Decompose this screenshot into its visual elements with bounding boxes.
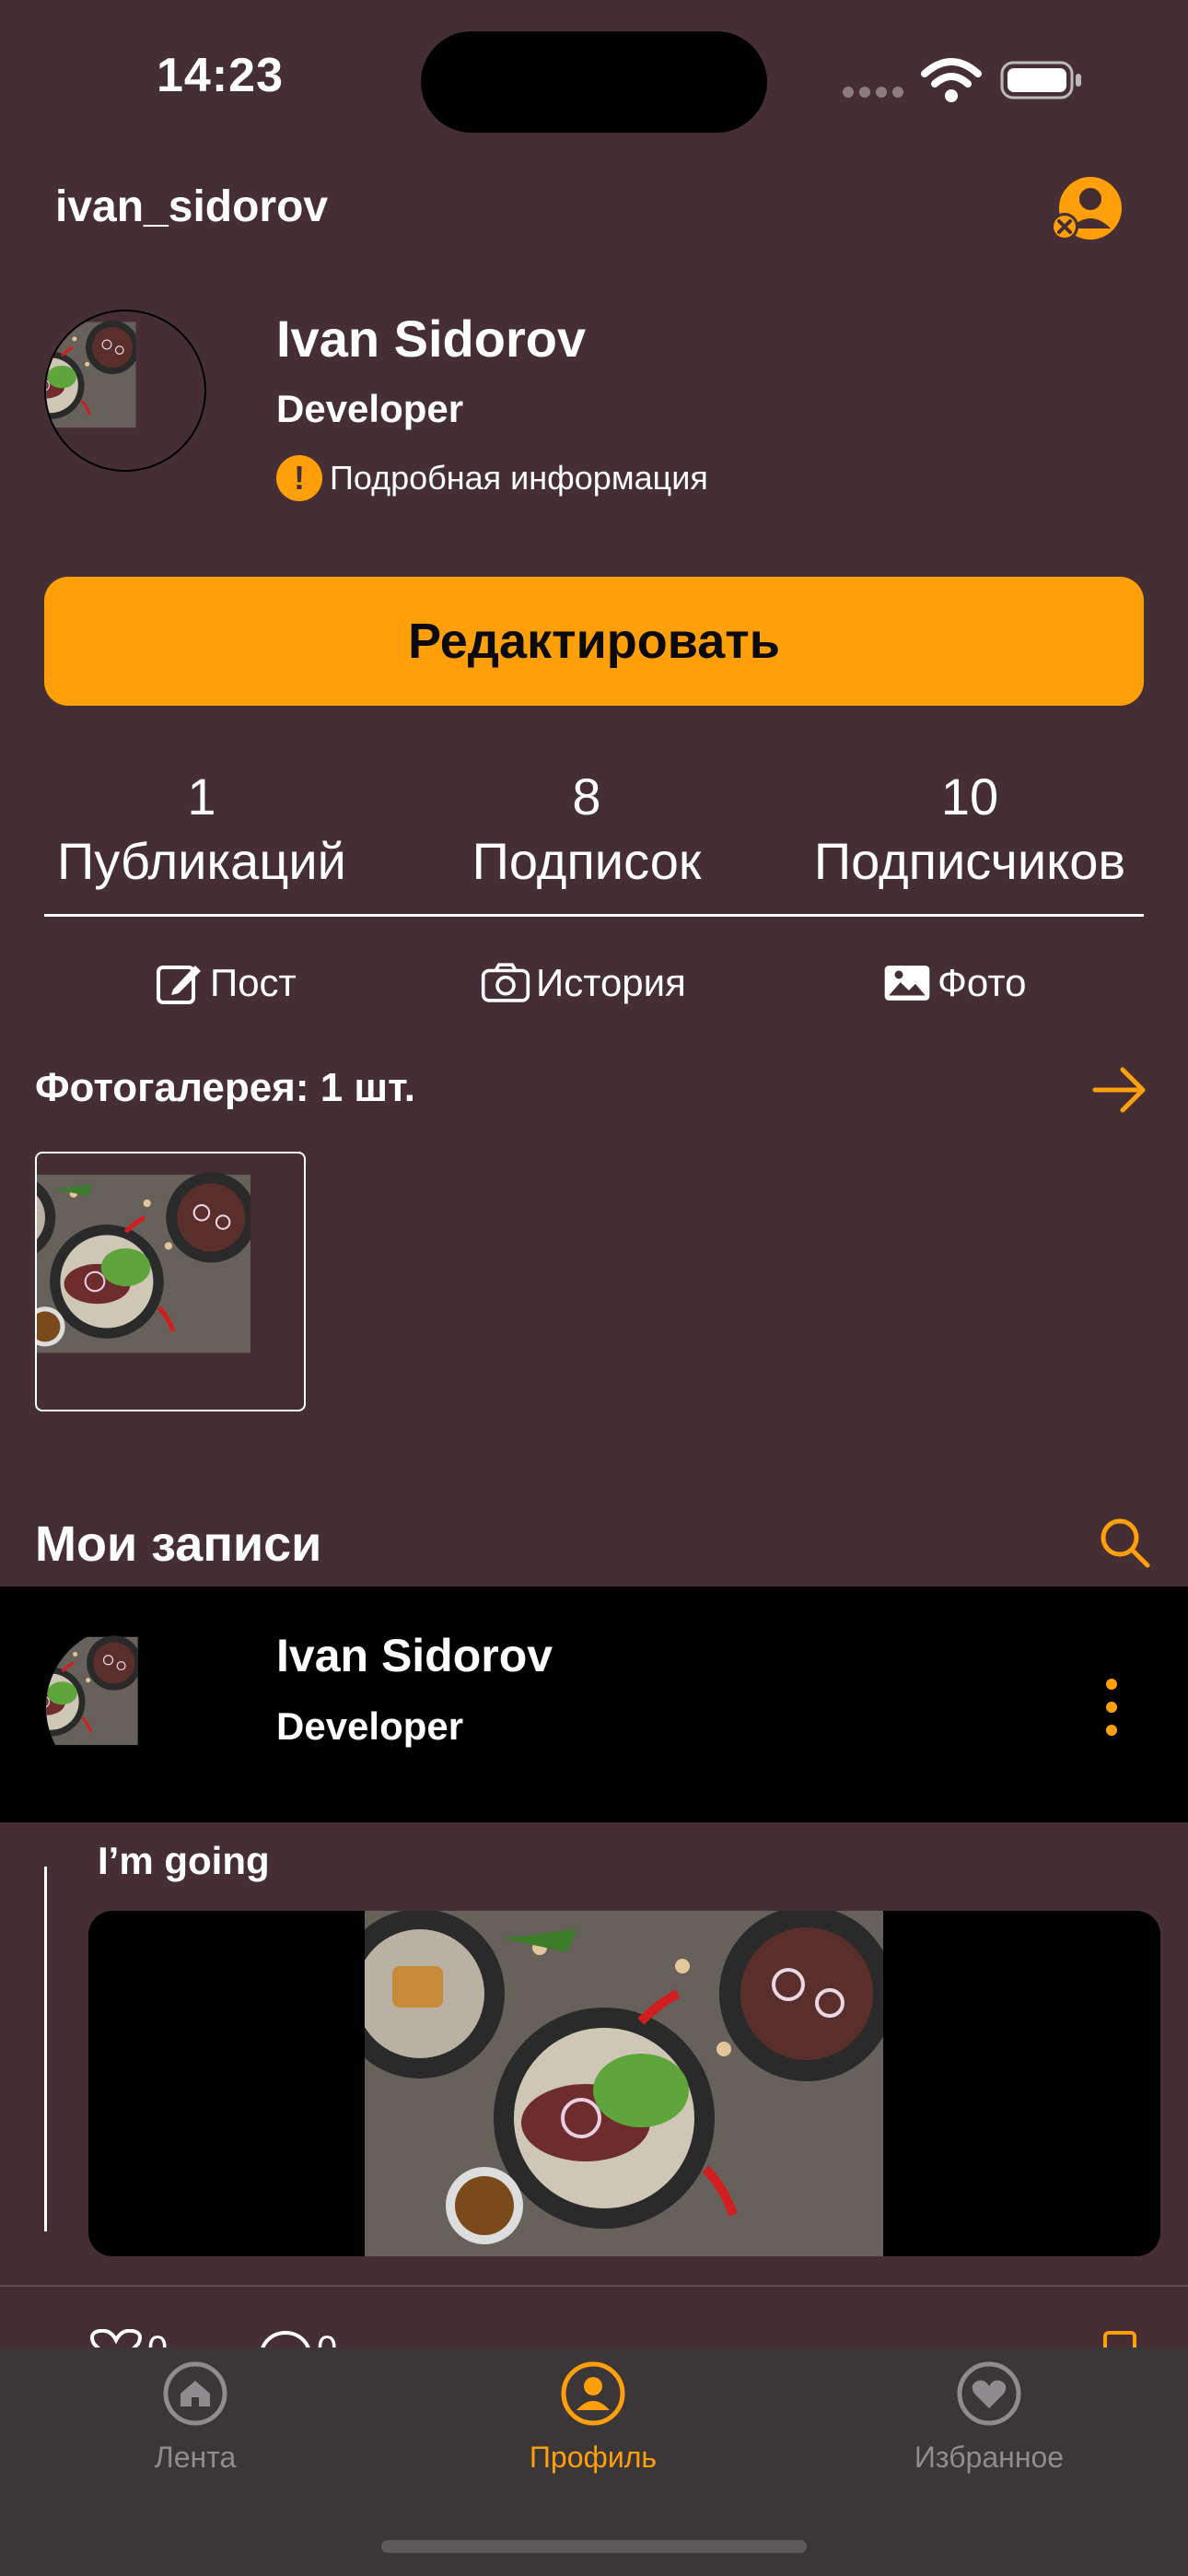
status-time: 14:23: [157, 49, 284, 102]
stat-count: 1: [187, 767, 216, 825]
stat-count: 10: [940, 767, 999, 825]
stat-publications[interactable]: 1 Публикаций: [17, 765, 386, 894]
post-text: I’m going: [98, 1839, 270, 1882]
gallery-thumbnail[interactable]: [35, 1152, 306, 1411]
post-image[interactable]: [88, 1911, 1160, 2256]
post-author-role: Developer: [276, 1704, 464, 1748]
new-photo-label: Фото: [938, 961, 1027, 1004]
post-photo: [365, 1911, 883, 2256]
new-post-label: Пост: [210, 961, 297, 1004]
search-icon[interactable]: [1098, 1516, 1153, 1571]
post-author: Ivan Sidorov: [276, 1630, 553, 1681]
records-title: Мои записи: [35, 1516, 322, 1572]
new-post-button[interactable]: Пост: [155, 960, 297, 1006]
more-vertical-icon[interactable]: [1096, 1675, 1127, 1739]
stat-count: 8: [572, 767, 601, 825]
tab-profile[interactable]: Профиль: [455, 2360, 731, 2475]
compose-icon: [157, 966, 201, 1004]
house-icon: [163, 2361, 227, 2426]
cellular-icon: [843, 87, 903, 98]
like-count: 0: [147, 2329, 168, 2348]
photo-icon: [884, 966, 930, 1001]
person-circle-icon: [561, 2361, 625, 2426]
arrow-right-icon[interactable]: [1091, 1062, 1148, 1118]
heart-icon: [957, 2361, 1021, 2426]
home-indicator: [381, 2540, 807, 2553]
post-avatar[interactable]: [46, 1626, 208, 1788]
bookmark-icon[interactable]: [1101, 2329, 1138, 2348]
stat-label: Подписчиков: [813, 832, 1126, 890]
tab-label: Лента: [154, 2441, 237, 2474]
gallery-title: Фотогалерея: 1 шт.: [35, 1065, 415, 1110]
stat-following[interactable]: 8 Подписок: [402, 765, 771, 894]
profile-name: Ivan Sidorov: [276, 310, 587, 368]
user-remove-icon[interactable]: [1048, 173, 1125, 247]
edit-profile-button[interactable]: Редактировать: [44, 577, 1144, 706]
details-link[interactable]: ! Подробная информация: [276, 455, 708, 501]
like-icon[interactable]: [88, 2329, 144, 2348]
warning-icon: !: [276, 455, 322, 501]
comment-icon[interactable]: [258, 2329, 313, 2348]
tab-feed[interactable]: Лента: [57, 2360, 333, 2475]
wifi-icon: [921, 58, 982, 102]
dynamic-island: [421, 31, 767, 133]
tab-label: Избранное: [914, 2441, 1065, 2474]
divider: [44, 914, 1144, 917]
new-photo-button[interactable]: Фото: [882, 960, 1027, 1006]
stat-followers[interactable]: 10 Подписчиков: [786, 765, 1154, 894]
profile-role: Developer: [276, 387, 464, 430]
stat-label: Публикаций: [57, 832, 346, 890]
battery-icon: [1000, 61, 1081, 100]
camera-icon: [481, 963, 530, 1002]
post-quote-line: [44, 1867, 47, 2231]
new-story-button[interactable]: История: [481, 960, 686, 1006]
new-story-label: История: [536, 961, 686, 1004]
divider: [0, 2285, 1188, 2287]
tab-favorites[interactable]: Избранное: [851, 2360, 1127, 2475]
tab-label: Профиль: [529, 2441, 658, 2474]
comment-count: 0: [317, 2329, 337, 2348]
details-link-label: Подробная информация: [330, 459, 708, 497]
username: ivan_sidorov: [55, 182, 329, 231]
stat-label: Подписок: [472, 832, 702, 890]
avatar[interactable]: [44, 310, 206, 472]
